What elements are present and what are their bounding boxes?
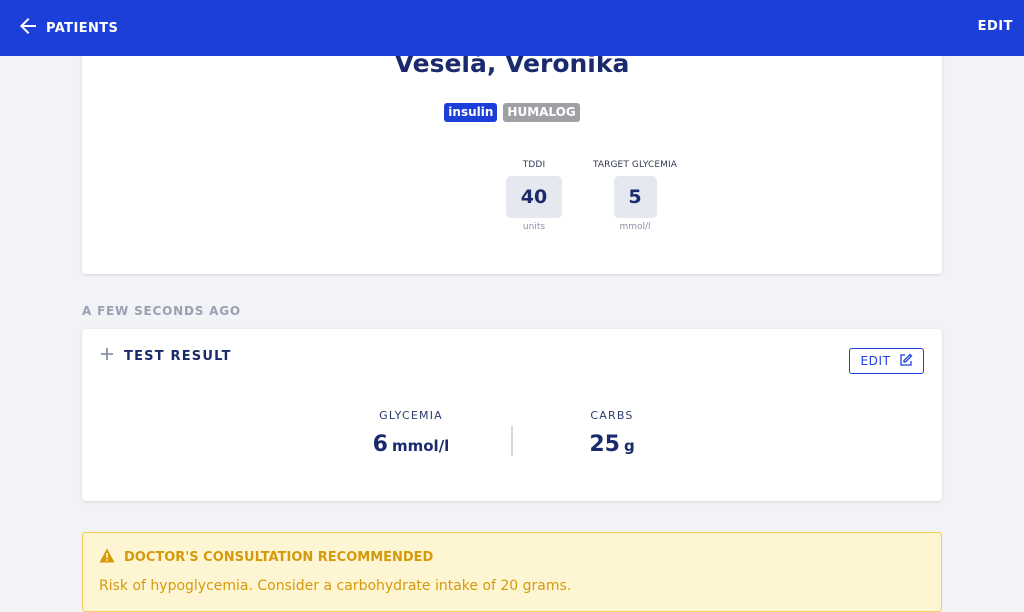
metric-divider	[511, 426, 513, 456]
metric-glycemia-reading: 6 mmol/l	[348, 432, 474, 457]
plus-icon	[100, 347, 114, 365]
metric-glycemia-unit: mmol/l	[391, 437, 450, 455]
badge-humalog: HUMALOG	[503, 103, 580, 122]
stat-tddi-unit: units	[522, 222, 546, 232]
stat-tddi: TDDI 40 units	[490, 160, 578, 232]
warning-icon	[99, 548, 115, 567]
metric-glycemia: GLYCEMIA 6 mmol/l	[348, 409, 474, 457]
test-result-header[interactable]: TEST RESULT	[100, 347, 232, 365]
stat-tddi-label: TDDI	[522, 160, 546, 170]
badge-insulin: insulin	[444, 103, 498, 122]
stat-target-glycemia-unit: mmol/l	[619, 222, 651, 232]
metric-carbs: CARBS 25 g	[570, 409, 654, 457]
metric-carbs-value: 25	[589, 432, 620, 457]
metric-carbs-reading: 25 g	[570, 432, 654, 457]
therapy-badges: insulin HUMALOG	[82, 103, 942, 122]
top-app-bar: PATIENTS EDIT	[0, 0, 1024, 56]
consultation-alert: DOCTOR'S CONSULTATION RECOMMENDED Risk o…	[82, 532, 942, 612]
stat-target-glycemia-value: 5	[613, 176, 657, 218]
metric-carbs-unit: g	[623, 437, 635, 455]
edit-result-button[interactable]: EDIT	[849, 348, 924, 374]
test-result-title: TEST RESULT	[124, 348, 232, 364]
stat-target-glycemia: TARGET GLYCEMIA 5 mmol/l	[580, 160, 690, 232]
edit-patient-button[interactable]: EDIT	[978, 19, 1013, 34]
alert-text: Risk of hypoglycemia. Consider a carbohy…	[99, 578, 572, 594]
alert-title: DOCTOR'S CONSULTATION RECOMMENDED	[124, 550, 434, 565]
entry-timestamp: A FEW SECONDS AGO	[82, 304, 241, 318]
back-to-patients-button[interactable]: PATIENTS	[16, 14, 118, 42]
test-result-card: TEST RESULT EDIT GLYCEMIA 6 mmol/l CARBS …	[82, 329, 942, 501]
stat-tddi-value: 40	[506, 176, 562, 218]
metric-carbs-label: CARBS	[590, 409, 634, 422]
stat-target-glycemia-label: TARGET GLYCEMIA	[592, 160, 678, 170]
alert-header: DOCTOR'S CONSULTATION RECOMMENDED	[99, 548, 433, 567]
metric-glycemia-label: GLYCEMIA	[379, 409, 443, 422]
metric-glycemia-value: 6	[372, 432, 388, 457]
arrow-left-icon	[16, 14, 40, 42]
edit-icon	[899, 353, 913, 370]
edit-result-label: EDIT	[860, 354, 891, 368]
back-button-label: PATIENTS	[46, 20, 119, 36]
